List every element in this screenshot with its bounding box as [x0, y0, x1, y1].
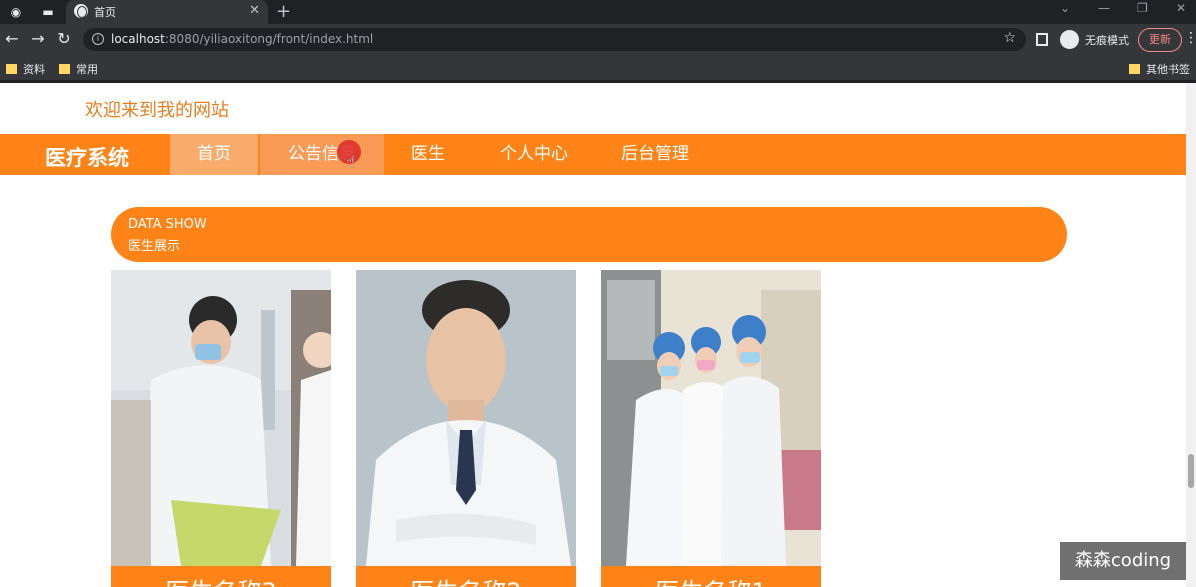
- more-menu-icon[interactable]: ⋮: [1184, 30, 1196, 46]
- nav-item-doctors[interactable]: 医生: [387, 134, 469, 175]
- welcome-text: 欢迎来到我的网站: [85, 100, 229, 121]
- folder-icon: [6, 64, 17, 74]
- tab-overview-icon[interactable]: ▬: [40, 4, 56, 20]
- bookmark-folder-changyong[interactable]: 常用: [59, 61, 98, 77]
- tab-title: 首页: [94, 6, 116, 19]
- browser-toolbar: ← → ↻ i localhost:8080/yiliaoxitong/fron…: [0, 24, 1196, 56]
- incognito-icon: [1060, 30, 1079, 49]
- info-icon[interactable]: i: [92, 33, 104, 45]
- bookmark-star-icon[interactable]: ☆: [1003, 30, 1016, 46]
- chevron-down-icon[interactable]: ⌄: [1060, 1, 1070, 15]
- brand-logo-text[interactable]: 医疗系统: [45, 142, 129, 172]
- scrollbar-track[interactable]: [1186, 83, 1196, 587]
- section-banner: DATA SHOW 医生展示: [111, 207, 1067, 262]
- close-icon[interactable]: ✕: [249, 3, 260, 18]
- chrome-divider: [0, 80, 1196, 83]
- incognito-label: 无痕模式: [1085, 34, 1129, 47]
- folder-icon: [59, 64, 70, 74]
- forward-icon[interactable]: →: [28, 29, 48, 49]
- watermark-text: 森森coding: [1060, 542, 1186, 580]
- doctor-card[interactable]: 医生名称3: [111, 270, 331, 587]
- main-navbar: 医疗系统 首页 公告信息 医生 个人中心 后台管理: [0, 134, 1186, 175]
- section-title-cn: 医生展示: [128, 239, 181, 254]
- doctor-photo: [111, 270, 331, 566]
- doctor-name: 医生名称3: [111, 566, 331, 587]
- update-button[interactable]: 更新: [1138, 28, 1182, 52]
- bookmark-other[interactable]: 其他书签: [1129, 61, 1190, 77]
- doctor-photo: [356, 270, 576, 566]
- reload-icon[interactable]: ↻: [54, 29, 74, 49]
- url-text[interactable]: localhost:8080/yiliaoxitong/front/index.…: [111, 32, 373, 46]
- browser-tab-active[interactable]: 首页 ✕: [66, 0, 268, 24]
- doctor-card[interactable]: 医生名称1: [601, 270, 821, 587]
- bookmarks-bar: 资料 常用 其他书签: [0, 56, 1196, 80]
- browser-tabstrip: ◉ ▬ 首页 ✕ + ⌄ — ❐ ✕: [0, 0, 1196, 24]
- hand-cursor-icon: ☝: [346, 152, 356, 171]
- doctor-photo: [601, 270, 821, 566]
- address-bar[interactable]: i localhost:8080/yiliaoxitong/front/inde…: [83, 28, 1026, 51]
- section-title-en: DATA SHOW: [128, 217, 207, 232]
- doctor-name: 医生名称2: [356, 566, 576, 587]
- new-tab-icon[interactable]: +: [276, 1, 291, 22]
- doctor-name: 医生名称1: [601, 566, 821, 587]
- side-panel-icon[interactable]: [1036, 33, 1048, 46]
- scrollbar-thumb[interactable]: [1188, 454, 1194, 488]
- bookmark-folder-ziliao[interactable]: 资料: [6, 61, 45, 77]
- doctor-card[interactable]: 医生名称2: [356, 270, 576, 587]
- globe-icon[interactable]: ◉: [8, 4, 24, 20]
- nav-item-profile[interactable]: 个人中心: [474, 134, 594, 175]
- back-icon[interactable]: ←: [2, 29, 22, 49]
- close-window-icon[interactable]: ✕: [1176, 1, 1186, 15]
- minimize-icon[interactable]: —: [1098, 1, 1110, 15]
- nav-item-admin[interactable]: 后台管理: [597, 134, 713, 175]
- folder-icon: [1129, 64, 1140, 74]
- globe-icon: [74, 4, 88, 18]
- restore-icon[interactable]: ❐: [1137, 1, 1148, 15]
- nav-item-notices[interactable]: 公告信息: [260, 134, 384, 175]
- nav-item-home[interactable]: 首页: [170, 134, 258, 175]
